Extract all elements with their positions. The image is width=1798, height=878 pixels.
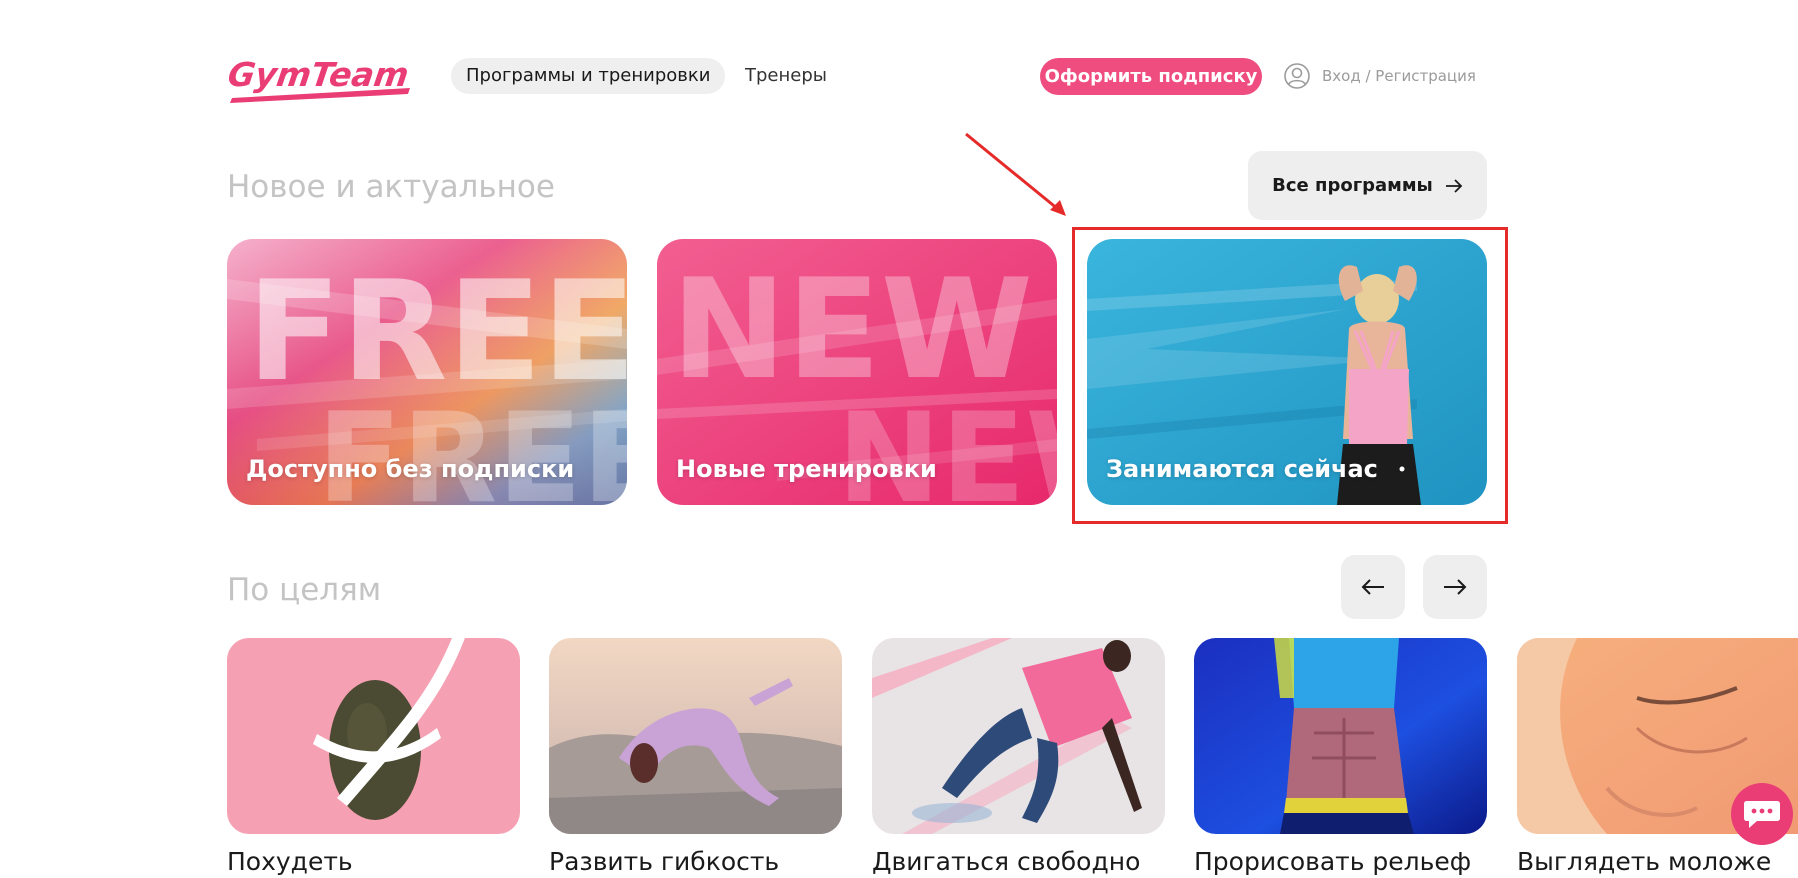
goal-card-relief[interactable]: [1194, 638, 1487, 834]
section-title-goals: По целям: [227, 572, 382, 608]
carousel-prev-button[interactable]: [1341, 555, 1405, 619]
move-freely-image: [872, 638, 1165, 834]
user-circle-icon[interactable]: [1284, 63, 1310, 89]
gymteam-logo[interactable]: GymTeam: [228, 48, 414, 104]
avocado-image: [227, 638, 520, 834]
new-background-word-2: NEW: [837, 387, 1057, 505]
chat-bubble-icon[interactable]: [1731, 783, 1793, 845]
nav-trainers[interactable]: Тренеры: [745, 58, 827, 94]
promo-card-free-label: Доступно без подписки: [246, 455, 575, 483]
nav-programs[interactable]: Программы и тренировки: [451, 58, 726, 94]
goal-card-move-freely[interactable]: [872, 638, 1165, 834]
all-programs-label: Все программы: [1272, 175, 1433, 196]
goal-label-look-younger: Выглядеть моложе: [1517, 847, 1772, 876]
arrow-left-icon: [1361, 579, 1384, 595]
section-title-new: Новое и актуальное: [227, 169, 555, 205]
annotation-highlight-box: [1072, 227, 1508, 524]
goal-label-relief: Прорисовать рельеф: [1194, 847, 1472, 876]
promo-card-new[interactable]: NEW NEW Новые тренировки: [657, 239, 1057, 505]
free-background-word-2: FREE: [317, 387, 627, 505]
carousel-next-button[interactable]: [1423, 555, 1487, 619]
login-register-link[interactable]: Вход / Регистрация: [1322, 64, 1476, 88]
goal-label-lose-weight: Похудеть: [227, 847, 353, 876]
goal-label-move-freely: Двигаться свободно: [872, 847, 1141, 876]
chat-icon-glyph: [1744, 801, 1780, 828]
arrow-right-icon: [1444, 579, 1467, 595]
new-background-word: NEW: [671, 249, 1033, 410]
promo-card-free[interactable]: FREE FREE Доступно без подписки: [227, 239, 627, 505]
annotation-arrow-icon: [965, 132, 1066, 216]
promo-card-new-label: Новые тренировки: [676, 455, 937, 483]
relief-image: [1194, 638, 1487, 834]
flexibility-image: [549, 638, 842, 834]
arrow-right-icon: [1445, 178, 1463, 193]
goal-card-lose-weight[interactable]: [227, 638, 520, 834]
logo-text: GymTeam: [228, 55, 411, 94]
all-programs-button[interactable]: Все программы: [1248, 151, 1487, 220]
goal-card-flexibility[interactable]: [549, 638, 842, 834]
goal-label-flexibility: Развить гибкость: [549, 847, 780, 876]
subscribe-button[interactable]: Оформить подписку: [1040, 58, 1262, 95]
